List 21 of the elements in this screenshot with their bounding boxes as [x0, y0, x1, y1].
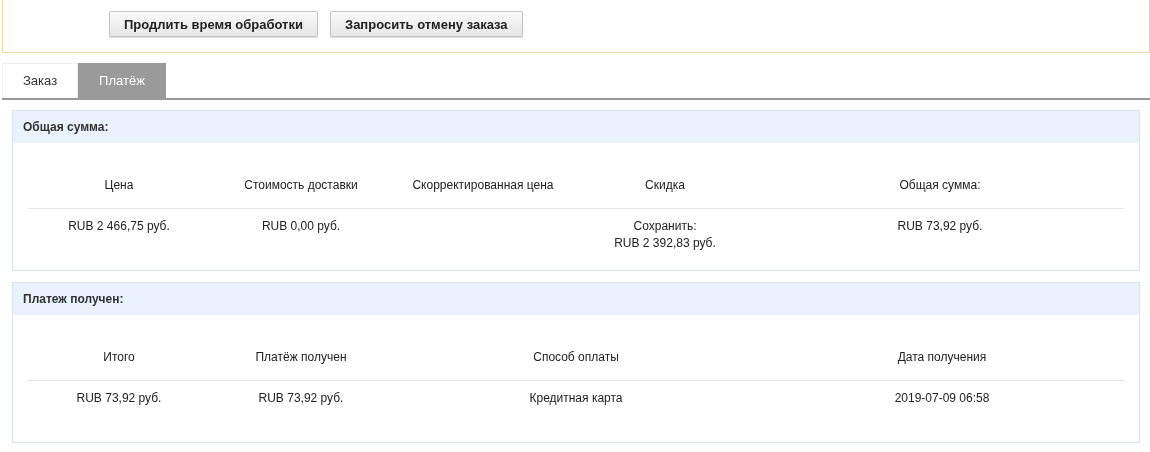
column-header: Итого	[102, 349, 136, 366]
table-cell-text: RUB 73,92 руб.	[75, 390, 163, 407]
table-cell-text: RUB 73,92 руб.	[896, 218, 984, 235]
column-header: Цена	[103, 177, 135, 194]
action-button[interactable]: Продлить время обработки	[109, 11, 318, 37]
column-header: Способ оплаты	[532, 349, 620, 366]
table-cell-text: RUB 2 466,75 руб.	[67, 218, 171, 235]
table-cell-text: RUB 0,00 руб.	[260, 218, 342, 235]
column-header: Дата получения	[896, 349, 988, 366]
column-header: Платёж получен	[254, 349, 348, 366]
table-cell-text: Кредитная карта	[528, 390, 624, 407]
panel-title: Общая сумма:	[13, 111, 1139, 143]
column-header: Общая сумма:	[898, 177, 982, 194]
panel-title: Платеж получен:	[13, 283, 1139, 315]
action-button[interactable]: Запросить отмену заказа	[330, 11, 523, 37]
column-header: Скорректированная цена	[411, 177, 555, 194]
column-header: Скидка	[644, 177, 686, 194]
table-cell-text: 2019-07-09 06:58	[893, 390, 991, 407]
table-cell-text: RUB 73,92 руб.	[257, 390, 345, 407]
column-header: Стоимость доставки	[243, 177, 359, 194]
table-cell-text: Сохранить: RUB 2 392,83 руб.	[613, 218, 717, 252]
